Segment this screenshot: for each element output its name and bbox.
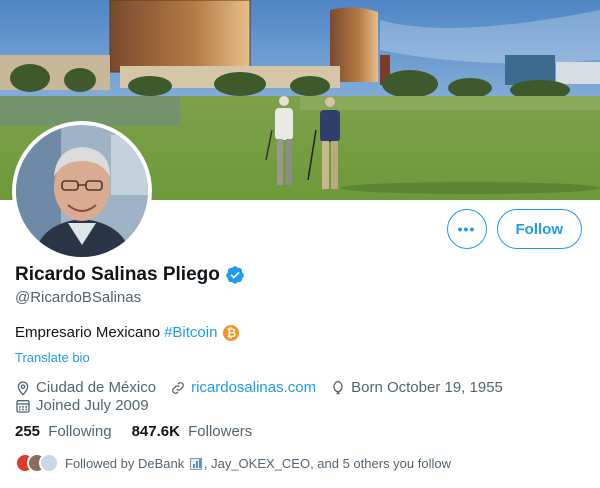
birth-text: Born October 19, 1955 — [351, 379, 503, 396]
calendar-icon — [16, 399, 30, 413]
location-icon — [17, 380, 29, 396]
followers-link[interactable]: 847.6K Followers — [132, 423, 253, 440]
profile-info: Ricardo Salinas Pliego @RicardoBSalinas … — [15, 264, 585, 473]
followed-by-text: Followed by DeBank , Jay_OKEX_CEO, and 5… — [65, 456, 451, 471]
avatar-photo — [16, 125, 148, 257]
more-button[interactable]: ••• — [446, 209, 487, 249]
followed-by-suffix: , Jay_OKEX_CEO, and 5 others you follow — [203, 455, 451, 471]
profile-handle: @RicardoBSalinas — [15, 289, 142, 306]
followed-by-prefix: Followed by DeBank — [65, 455, 185, 471]
website-link[interactable]: ricardosalinas.com — [191, 379, 316, 396]
translate-bio-link[interactable]: Translate bio — [15, 350, 585, 365]
bitcoin-icon: ₿ — [223, 324, 240, 341]
following-label: Following — [48, 423, 112, 440]
followers-label: Followers — [188, 423, 253, 440]
more-icon: ••• — [457, 221, 476, 237]
location-text: Ciudad de México — [36, 379, 157, 396]
joined-text: Joined July 2009 — [36, 397, 149, 414]
followers-count: 847.6K — [131, 423, 180, 440]
profile-bio: Empresario Mexicano #Bitcoin ₿ — [15, 324, 585, 341]
following-link[interactable]: 255 Following — [15, 423, 112, 440]
birth-item: Born October 19, 1955 — [330, 379, 503, 396]
followed-by-avatars — [15, 453, 59, 473]
bar-chart-emoji-icon — [189, 458, 202, 471]
bio-text: Empresario Mexicano — [15, 324, 161, 341]
followed-by-row[interactable]: Followed by DeBank , Jay_OKEX_CEO, and 5… — [15, 453, 585, 473]
birthday-icon — [333, 380, 343, 394]
location-item: Ciudad de México — [15, 379, 156, 396]
bio-hashtag-link[interactable]: #Bitcoin — [164, 324, 217, 341]
profile-meta: Ciudad de México ricardosalinas.com Born… — [15, 379, 585, 396]
follow-button[interactable]: Follow — [496, 209, 582, 249]
profile-meta-joined: Joined July 2009 — [15, 397, 585, 414]
profile-name: Ricardo Salinas Pliego — [15, 264, 220, 285]
website-item: ricardosalinas.com — [170, 379, 316, 396]
avatar — [39, 453, 59, 473]
profile-actions: ••• Follow — [446, 209, 582, 249]
joined-item: Joined July 2009 — [15, 397, 149, 414]
following-count: 255 — [15, 423, 41, 440]
link-icon — [172, 381, 184, 394]
follow-counts: 255 Following 847.6K Followers — [15, 423, 585, 440]
verified-badge-icon[interactable] — [225, 265, 245, 285]
profile-avatar[interactable] — [12, 121, 152, 261]
